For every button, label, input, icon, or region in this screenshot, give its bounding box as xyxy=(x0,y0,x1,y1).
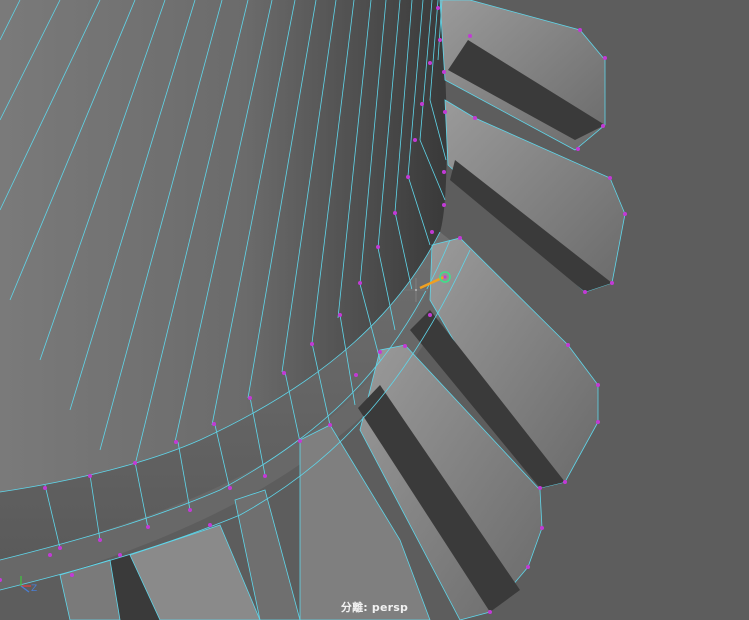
viewport-canvas[interactable] xyxy=(0,0,749,620)
axis-z-label: Z xyxy=(31,584,38,594)
maya-persp-viewport[interactable]: Z 分離: persp xyxy=(0,0,749,620)
camera-label: 分離: persp xyxy=(340,601,409,614)
